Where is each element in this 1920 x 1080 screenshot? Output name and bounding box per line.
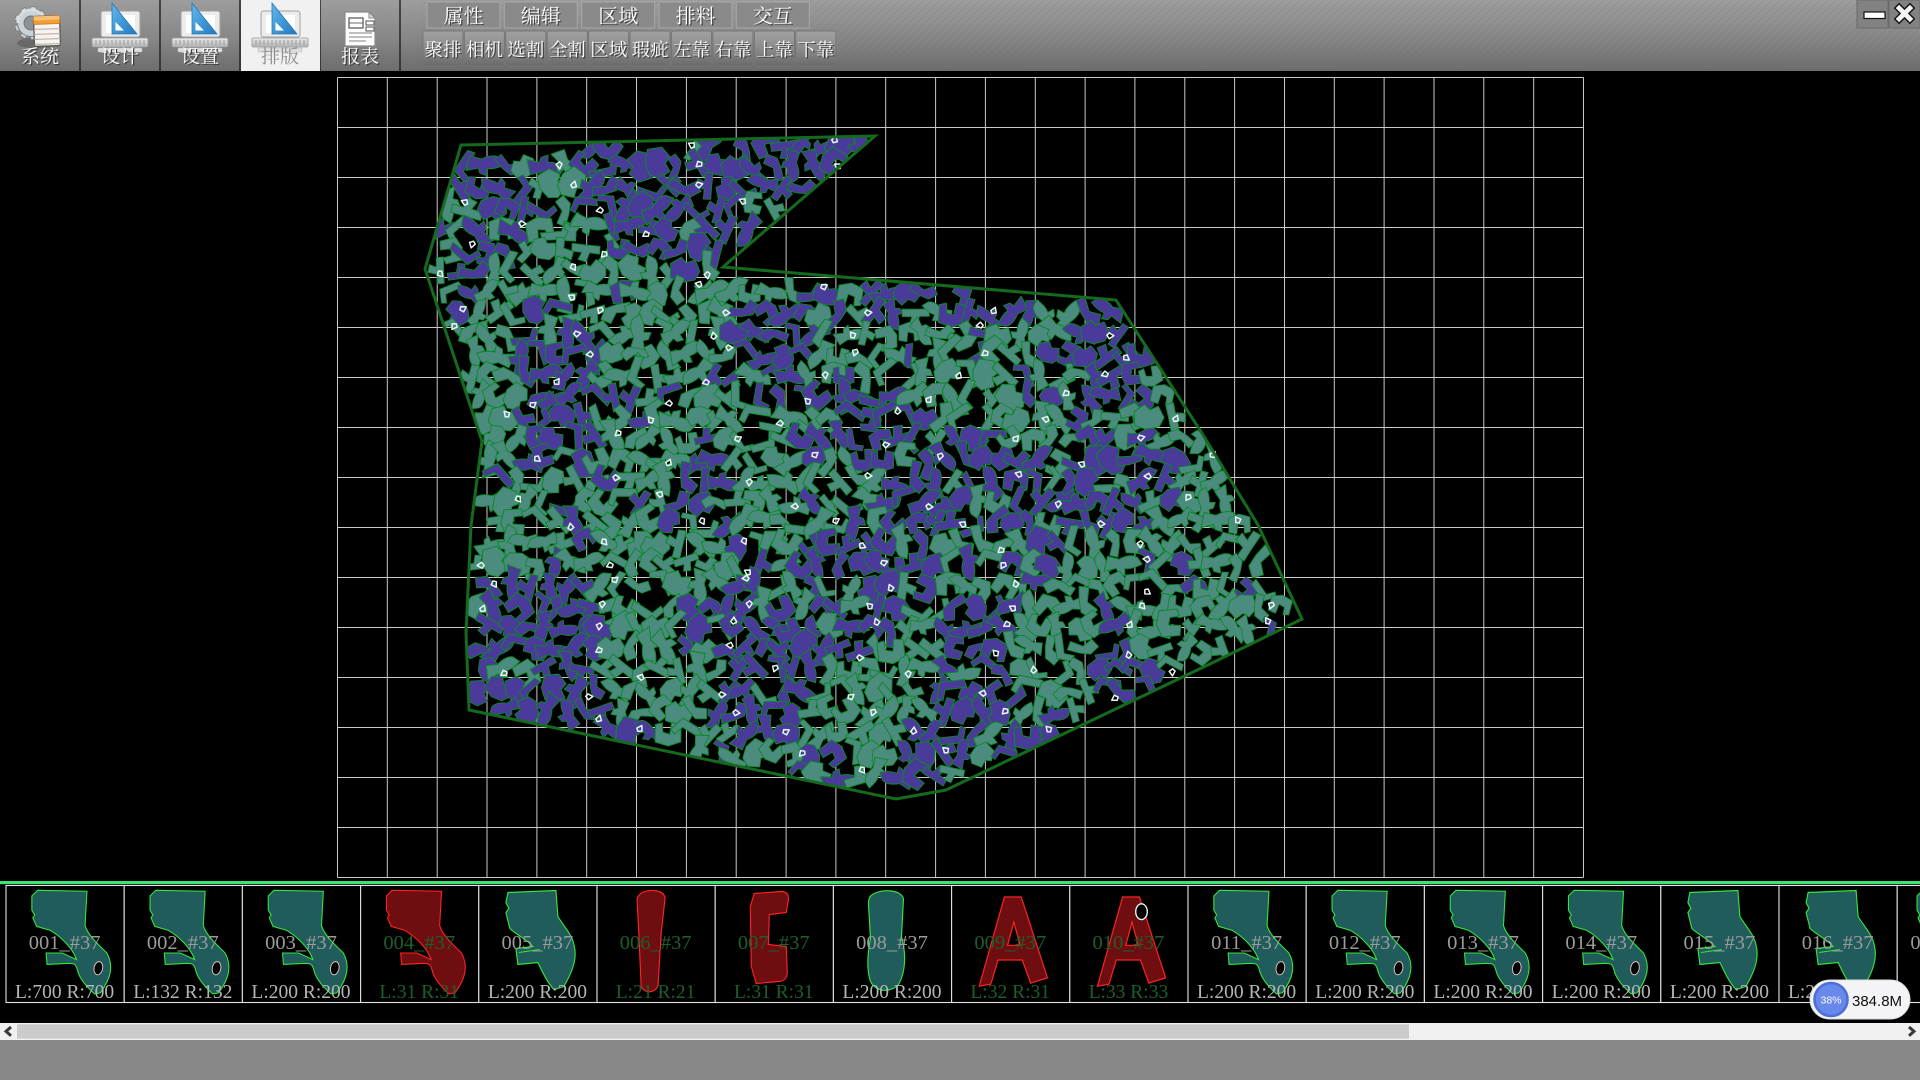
svg-text:L:31 R:31: L:31 R:31 <box>734 982 814 1003</box>
svg-text:L:700 R:700: L:700 R:700 <box>15 982 114 1003</box>
svg-text:001_#37: 001_#37 <box>29 932 101 954</box>
svg-text:L:200 R:200: L:200 R:200 <box>1433 982 1532 1003</box>
svg-text:L:21 R:21: L:21 R:21 <box>616 982 696 1003</box>
svg-text:013_#37: 013_#37 <box>1447 932 1519 954</box>
svg-text:384.8M: 384.8M <box>1852 993 1902 1010</box>
svg-text:L:31 R:31: L:31 R:31 <box>379 982 459 1003</box>
svg-text:L:200 R:200: L:200 R:200 <box>1552 982 1651 1003</box>
svg-text:L:200 R:200: L:200 R:200 <box>842 982 941 1003</box>
svg-text:002_#37: 002_#37 <box>147 932 219 954</box>
svg-text:L:200 R:200: L:200 R:200 <box>488 982 587 1003</box>
svg-text:009_#37: 009_#37 <box>974 932 1046 954</box>
svg-text:L:200 R:200: L:200 R:200 <box>251 982 350 1003</box>
svg-text:003_#37: 003_#37 <box>265 932 337 954</box>
svg-text:008_#37: 008_#37 <box>856 932 928 954</box>
svg-text:010_#37: 010_#37 <box>1093 932 1165 954</box>
svg-text:L:132 R:132: L:132 R:132 <box>133 982 232 1003</box>
svg-text:004_#37: 004_#37 <box>383 932 455 954</box>
svg-text:006_#37: 006_#37 <box>620 932 692 954</box>
svg-text:007_#37: 007_#37 <box>738 932 810 954</box>
svg-text:016_#37: 016_#37 <box>1802 932 1874 954</box>
svg-text:L:200 R:200: L:200 R:200 <box>1670 982 1769 1003</box>
svg-text:014_#37: 014_#37 <box>1565 932 1637 954</box>
svg-text:L:32 R:31: L:32 R:31 <box>970 982 1050 1003</box>
svg-text:015_#37: 015_#37 <box>1684 932 1756 954</box>
svg-text:012_#37: 012_#37 <box>1329 932 1401 954</box>
svg-text:L:200 R:200: L:200 R:200 <box>1315 982 1414 1003</box>
svg-text:L:200 R:200: L:200 R:200 <box>1197 982 1296 1003</box>
svg-text:L:33 R:33: L:33 R:33 <box>1089 982 1169 1003</box>
svg-text:0: 0 <box>1910 932 1920 954</box>
svg-text:005_#37: 005_#37 <box>502 932 574 954</box>
svg-text:38%: 38% <box>1820 995 1841 1007</box>
svg-text:011_#37: 011_#37 <box>1211 932 1282 954</box>
